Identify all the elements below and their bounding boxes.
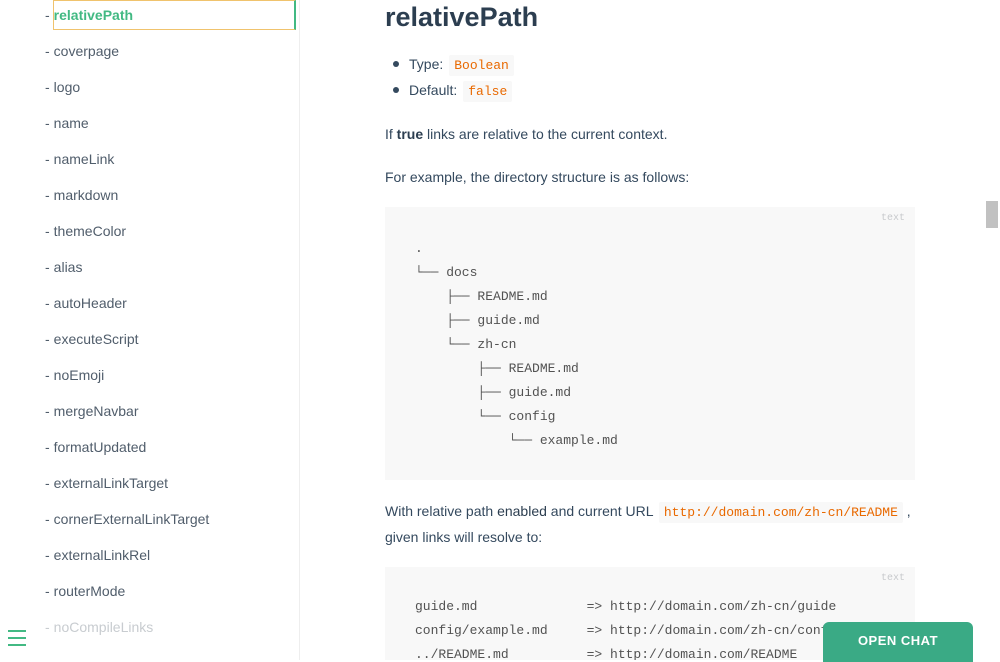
section-title: relativePath (385, 2, 539, 32)
code-language-label: text (880, 213, 905, 224)
sidebar-item-mergenavbar[interactable]: - mergeNavbar (45, 396, 139, 426)
sidebar-item-routermode[interactable]: - routerMode (45, 576, 125, 606)
text: With relative path (385, 503, 498, 519)
description-paragraph: If true links are relative to the curren… (385, 124, 667, 144)
dash: - (45, 619, 50, 635)
resolve-paragraph: With relative path enabled and current U… (385, 501, 911, 523)
sidebar-item-logo[interactable]: - logo (45, 72, 80, 102)
sidebar-item-label: mergeNavbar (53, 403, 139, 419)
sidebar-item-label: themeColor (53, 223, 127, 239)
active-item-highlight (53, 0, 296, 30)
sidebar-item-label: nameLink (53, 151, 115, 167)
sidebar-item-label: noCompileLinks (53, 619, 154, 635)
resolve-paragraph-line2: given links will resolve to: (385, 529, 543, 545)
dash: - (45, 115, 50, 131)
sidebar-item-noemoji[interactable]: - noEmoji (45, 360, 104, 390)
directory-tree-code: . └── docs ├── README.md ├── guide.md └─… (415, 241, 618, 448)
code-language-label: text (880, 573, 905, 584)
dash: - (45, 151, 50, 167)
default-label: Default: (409, 82, 458, 98)
dash: - (45, 367, 50, 383)
sidebar-item-coverpage[interactable]: - coverpage (45, 36, 119, 66)
default-bullet: Default: false (392, 80, 513, 102)
type-label: Type: (409, 56, 444, 72)
dash: - (45, 187, 50, 203)
sidebar-item-label: externalLinkRel (53, 547, 151, 563)
text: If (385, 126, 397, 142)
bold-text: true (396, 126, 424, 142)
sidebar-item-label: coverpage (53, 43, 120, 59)
url-code: http://domain.com/zh-cn/README (658, 502, 903, 523)
sidebar-item-label: autoHeader (53, 295, 127, 311)
sidebar-item-alias[interactable]: - alias (45, 252, 82, 282)
dash: - (45, 259, 50, 275)
sidebar-item-externallinktarget[interactable]: - externalLinkTarget (45, 468, 168, 498)
sidebar-item-label: noEmoji (53, 367, 105, 383)
sidebar-item-nocompilelinks[interactable]: - noCompileLinks (45, 612, 153, 642)
dash: - (45, 223, 50, 239)
sidebar-item-cornerexternallinktarget[interactable]: - cornerExternalLinkTarget (45, 504, 209, 534)
sidebar-item-name[interactable]: - name (45, 108, 89, 138)
sidebar-item-externallinkrel[interactable]: - externalLinkRel (45, 540, 150, 570)
sidebar-item-label: cornerExternalLinkTarget (53, 511, 210, 527)
sidebar-item-label: name (53, 115, 89, 131)
open-chat-button[interactable]: OPEN CHAT (823, 622, 973, 662)
dash: - (45, 331, 50, 347)
sidebar-item-label: markdown (53, 187, 119, 203)
dash: - (45, 475, 50, 491)
sidebar-item-formatupdated[interactable]: - formatUpdated (45, 432, 146, 462)
dash: - (45, 511, 50, 527)
sidebar-item-label: alias (53, 259, 83, 275)
sidebar-item-themecolor[interactable]: - themeColor (45, 216, 126, 246)
text: , (902, 503, 911, 519)
dash: - (45, 403, 50, 419)
type-bullet: Type: Boolean (393, 54, 514, 76)
page-scrollbar[interactable] (984, 0, 1000, 660)
sidebar-item-label: formatUpdated (53, 439, 147, 455)
dash: - (45, 43, 50, 59)
dash: - (45, 295, 50, 311)
dash: - (45, 439, 50, 455)
dash: - (45, 79, 50, 95)
type-value: Boolean (449, 55, 514, 76)
sidebar: - relativePath - coverpage - logo - name - na… (0, 0, 300, 660)
sidebar-item-label: executeScript (53, 331, 139, 347)
sidebar-item-namelink[interactable]: - nameLink (45, 144, 114, 174)
menu-icon[interactable] (8, 630, 28, 648)
main-content: relativePath Type: Boolean Default: false … (300, 0, 984, 660)
sidebar-item-label: logo (53, 79, 81, 95)
bold-text: enabled (497, 503, 547, 519)
text: links are relative to the current contex… (423, 126, 668, 142)
dash: - (45, 583, 50, 599)
sidebar-item-markdown[interactable]: - markdown (45, 180, 118, 210)
default-value: false (463, 81, 513, 102)
text: and current URL (546, 503, 657, 519)
dash: - (45, 7, 50, 23)
example-paragraph: For example, the directory structure is … (385, 169, 690, 185)
sidebar-item-label: externalLinkTarget (53, 475, 169, 491)
sidebar-item-executescript[interactable]: - executeScript (45, 324, 139, 354)
dash: - (45, 547, 50, 563)
directory-code-block: text . └── docs ├── README.md ├── guide.… (385, 207, 915, 480)
sidebar-item-label: routerMode (53, 583, 126, 599)
sidebar-item-autoheader[interactable]: - autoHeader (45, 288, 127, 318)
scrollbar-thumb[interactable] (986, 201, 998, 228)
